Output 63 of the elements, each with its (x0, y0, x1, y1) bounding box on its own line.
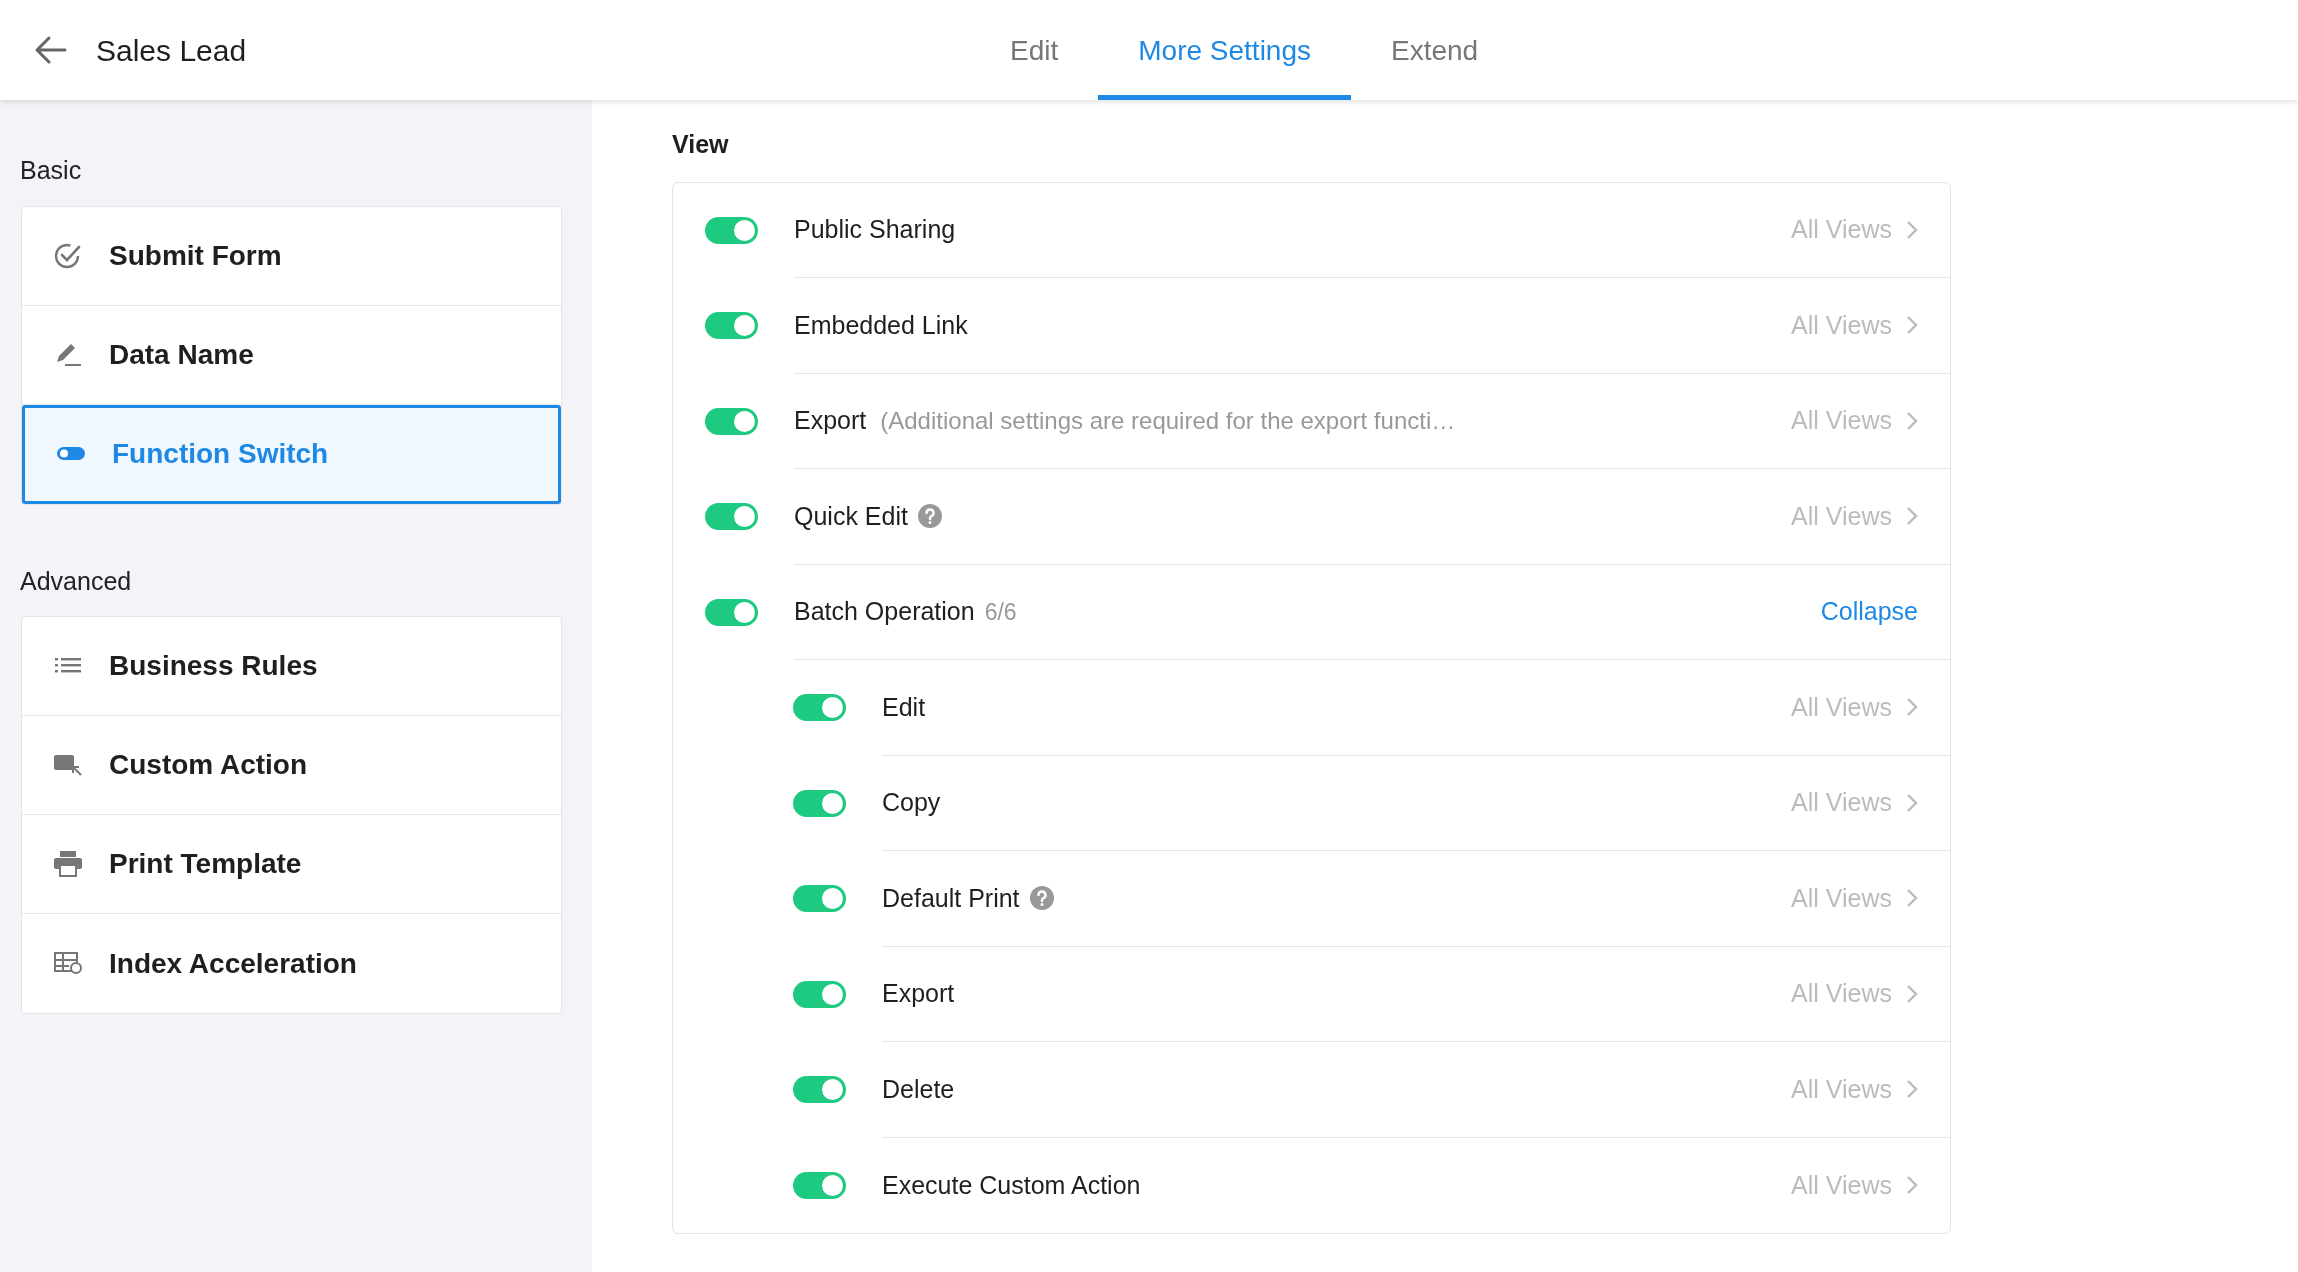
section-heading: Basic (20, 155, 83, 186)
toggle-switch[interactable] (705, 312, 758, 340)
toggle-switch[interactable] (793, 789, 846, 817)
setting-label: Quick Edit (794, 500, 908, 532)
sidebar-item[interactable]: Data Name (22, 305, 561, 405)
chevron-right-icon (1906, 315, 1918, 336)
count-label: 6/6 (984, 597, 1017, 627)
setting-label: Export (794, 405, 867, 436)
scope-selector[interactable]: All Views (1791, 1070, 1918, 1108)
scope-selector[interactable]: All Views (1791, 975, 1918, 1013)
chevron-right-icon (1906, 697, 1918, 718)
sidebar-item[interactable]: Custom Action (22, 716, 561, 815)
toggle-switch[interactable] (705, 598, 758, 626)
chevron-right-icon (1906, 792, 1918, 813)
scope-selector[interactable]: All Views (1791, 688, 1918, 726)
sidebar-item[interactable]: Business Rules (22, 617, 561, 716)
setting-label: Embedded Link (794, 309, 968, 341)
toggle-switch[interactable] (705, 503, 758, 531)
chevron-right-icon (1906, 983, 1918, 1004)
setting-label: Default Print (882, 882, 1020, 914)
sidebar-item[interactable]: Submit Form (22, 206, 561, 306)
chevron-right-icon (1906, 1175, 1918, 1196)
setting-label: Batch Operation (794, 596, 975, 627)
setting-label: Execute Custom Action (882, 1169, 1141, 1201)
scope-selector[interactable]: All Views (1791, 211, 1918, 249)
sidebar-item[interactable]: Function Switch (22, 404, 561, 504)
setting-label: Public Sharing (794, 214, 956, 245)
tab[interactable]: More Settings (1098, 0, 1351, 100)
section-heading: Advanced (20, 565, 133, 597)
toggle-switch[interactable] (705, 216, 758, 244)
scope-selector[interactable]: All Views (1791, 497, 1918, 535)
scope-selector[interactable]: All Views (1791, 1166, 1918, 1204)
collapse-link[interactable]: Collapse (1820, 593, 1918, 631)
toggle-switch[interactable] (793, 885, 846, 913)
setting-label: Edit (882, 691, 926, 723)
chevron-right-icon (1906, 410, 1918, 431)
setting-label: Copy (882, 787, 941, 818)
scope-selector[interactable]: All Views (1791, 402, 1918, 440)
toggle-switch[interactable] (793, 1076, 846, 1104)
sidebar-item[interactable]: Index Acceleration (22, 914, 561, 1013)
section-title: View (672, 129, 730, 160)
setting-note: (Additional settings are required for the export functi… (880, 405, 1456, 436)
tab[interactable]: Edit (970, 0, 1099, 100)
scope-selector[interactable]: All Views (1791, 879, 1918, 917)
printer-icon (53, 849, 83, 879)
sidebar-item[interactable]: Print Template (22, 815, 561, 914)
chevron-right-icon (1906, 1079, 1918, 1100)
scope-selector[interactable]: All Views (1791, 306, 1918, 344)
scope-selector[interactable]: All Views (1791, 784, 1918, 822)
chevron-right-icon (1906, 888, 1918, 909)
page-title: Sales Lead (96, 32, 247, 69)
tab[interactable]: Extend (1351, 0, 1519, 100)
toggle-switch[interactable] (793, 694, 846, 722)
toggle-switch[interactable] (793, 1171, 846, 1199)
chevron-right-icon (1906, 506, 1918, 527)
toggle-switch[interactable] (793, 980, 846, 1008)
help-icon (917, 504, 942, 529)
chevron-right-icon (1906, 219, 1918, 240)
help-icon (1029, 886, 1054, 911)
setting-label: Delete (882, 1073, 955, 1105)
back-arrow-icon (33, 35, 67, 65)
toggle-switch[interactable] (705, 407, 758, 435)
setting-label: Export (882, 978, 955, 1009)
